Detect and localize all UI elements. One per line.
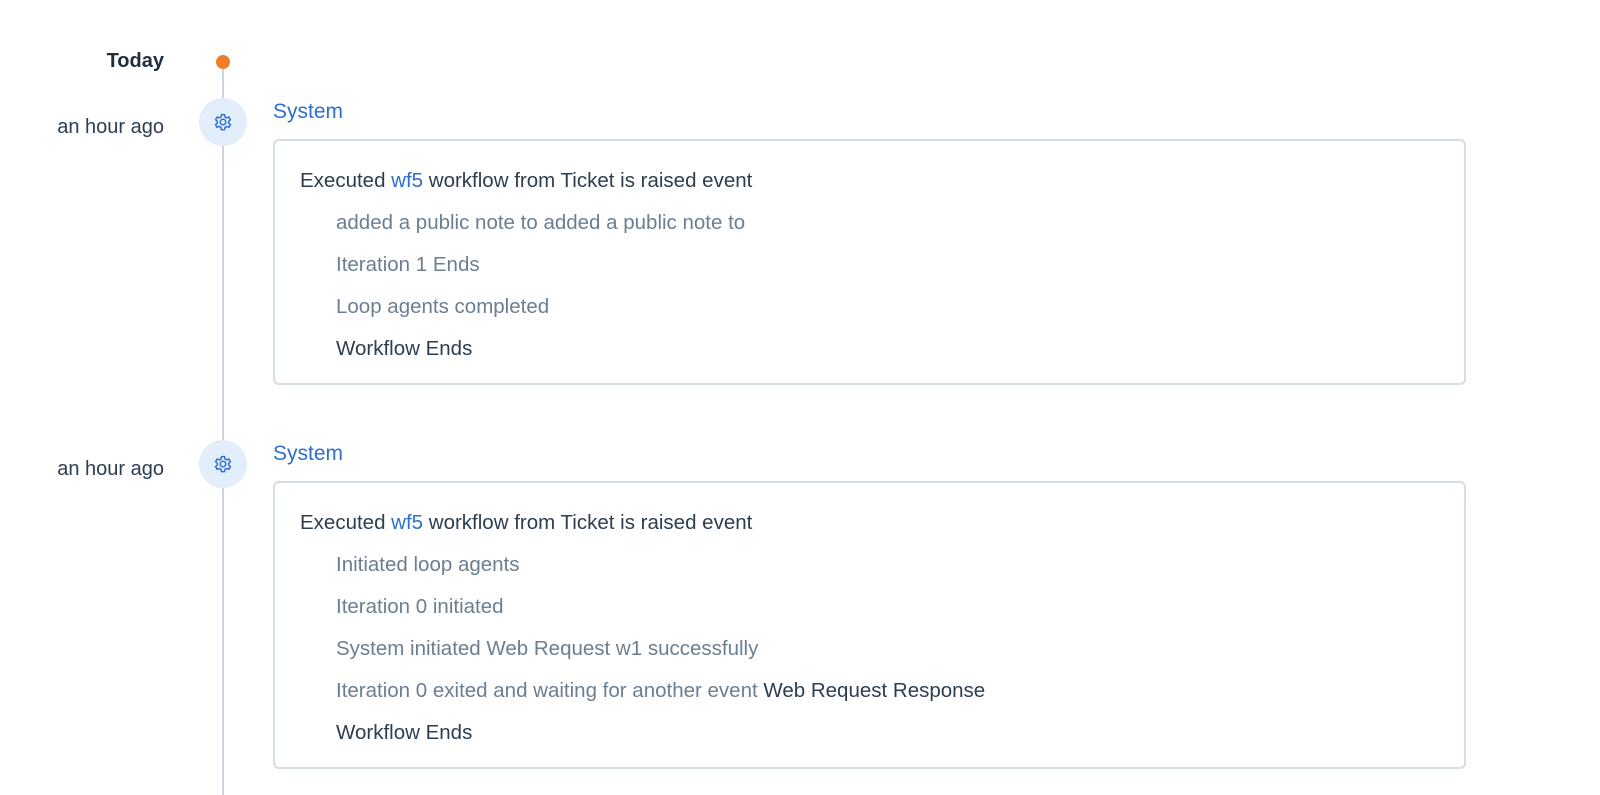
today-label: Today bbox=[106, 50, 164, 72]
actor-link[interactable]: System bbox=[273, 442, 343, 466]
workflow-step: Initiated loop agents bbox=[336, 553, 520, 576]
summary-prefix: Executed bbox=[300, 169, 392, 192]
entry-time: an hour ago bbox=[57, 116, 164, 138]
actor-link[interactable]: System bbox=[273, 100, 343, 124]
entry-time: an hour ago bbox=[57, 458, 164, 480]
event-card: Executed wf5 workflow from Ticket is rai… bbox=[273, 481, 1466, 769]
workflow-step: System initiated Web Request w1 successf… bbox=[336, 637, 759, 660]
gear-icon bbox=[199, 98, 247, 146]
workflow-step: added a public note to added a public no… bbox=[336, 211, 746, 234]
activity-timeline: Today an hour ago System Executed wf5 wo… bbox=[0, 0, 1600, 795]
event-summary: Executed wf5 workflow from Ticket is rai… bbox=[300, 507, 1440, 549]
workflow-step: Workflow Ends bbox=[336, 721, 473, 744]
workflow-step: Iteration 0 exited and waiting for anoth… bbox=[300, 675, 1440, 717]
timeline-line bbox=[222, 62, 224, 795]
summary-suffix: workflow from Ticket is raised event bbox=[423, 169, 753, 192]
today-dot bbox=[216, 55, 230, 69]
step-event-name: Web Request Response bbox=[763, 679, 986, 702]
workflow-step: Iteration 0 initiated bbox=[336, 595, 504, 618]
event-card: Executed wf5 workflow from Ticket is rai… bbox=[273, 139, 1466, 385]
step-text: Iteration 0 exited and waiting for anoth… bbox=[336, 679, 758, 702]
workflow-step: Loop agents completed bbox=[336, 295, 550, 318]
workflow-step: Workflow Ends bbox=[336, 337, 473, 360]
workflow-step: Iteration 1 Ends bbox=[336, 253, 480, 276]
gear-icon bbox=[199, 440, 247, 488]
summary-prefix: Executed bbox=[300, 511, 392, 534]
workflow-link[interactable]: wf5 bbox=[391, 511, 423, 534]
summary-suffix: workflow from Ticket is raised event bbox=[423, 511, 753, 534]
workflow-link[interactable]: wf5 bbox=[391, 169, 423, 192]
event-summary: Executed wf5 workflow from Ticket is rai… bbox=[300, 165, 1440, 207]
